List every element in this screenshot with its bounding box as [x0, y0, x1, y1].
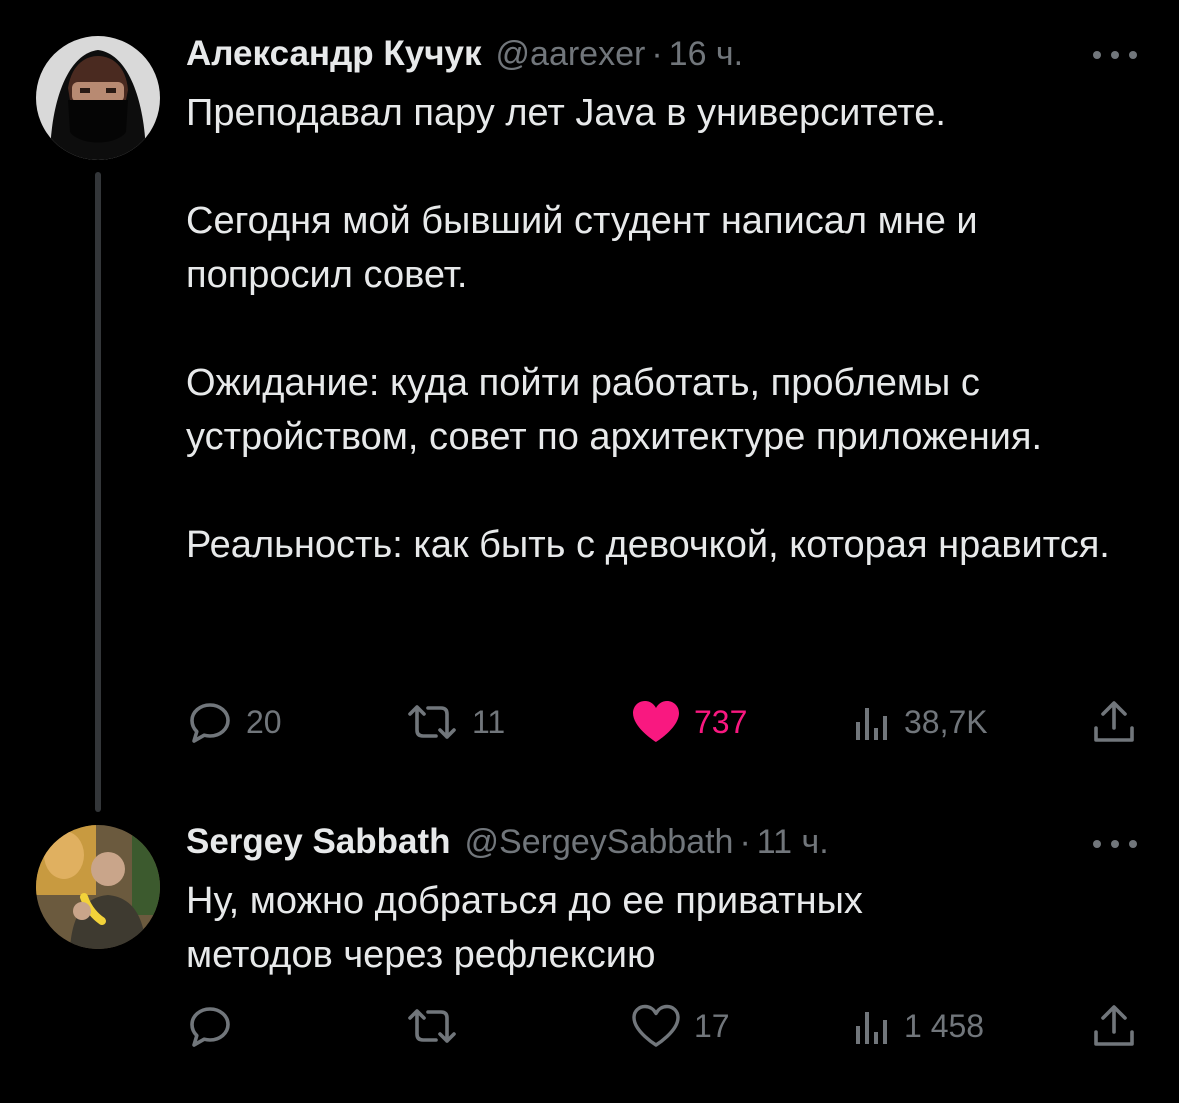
avatar-man-with-banana-icon	[36, 825, 160, 949]
tweet-actions: 17 1 458	[186, 1002, 1146, 1050]
like-count: 17	[694, 1007, 730, 1044]
author-display-name[interactable]: Sergey Sabbath	[186, 822, 451, 862]
reply-header: Sergey Sabbath @SergeySabbath · 11 ч.	[186, 822, 829, 866]
share-icon	[1094, 1005, 1134, 1046]
avatar-sergeysabbath[interactable]	[36, 825, 160, 949]
tweet-text: Ну, можно добраться до ее приватных мето…	[186, 874, 1016, 982]
tweet-paragraph: Ну, можно добраться до ее приватных мето…	[186, 880, 863, 976]
header-separator: ·	[739, 823, 751, 861]
repost-button[interactable]	[404, 1002, 472, 1050]
author-handle[interactable]: @SergeySabbath	[465, 823, 734, 862]
views-button[interactable]: 1 458	[852, 1002, 984, 1050]
reply-icon	[190, 1007, 230, 1047]
more-options-icon[interactable]	[1093, 834, 1137, 854]
views-count: 1 458	[904, 1007, 985, 1044]
tweet-2: Sergey Sabbath @SergeySabbath · 11 ч. Ну…	[0, 0, 1179, 1103]
repost-icon	[408, 1009, 456, 1043]
views-chart-icon	[856, 1012, 887, 1044]
share-button[interactable]	[1090, 1002, 1138, 1050]
like-button[interactable]: 17	[630, 1002, 730, 1050]
tweet-timestamp[interactable]: 11 ч.	[757, 823, 829, 862]
reply-button[interactable]	[186, 1002, 246, 1050]
heart-outline-icon	[632, 1004, 680, 1047]
